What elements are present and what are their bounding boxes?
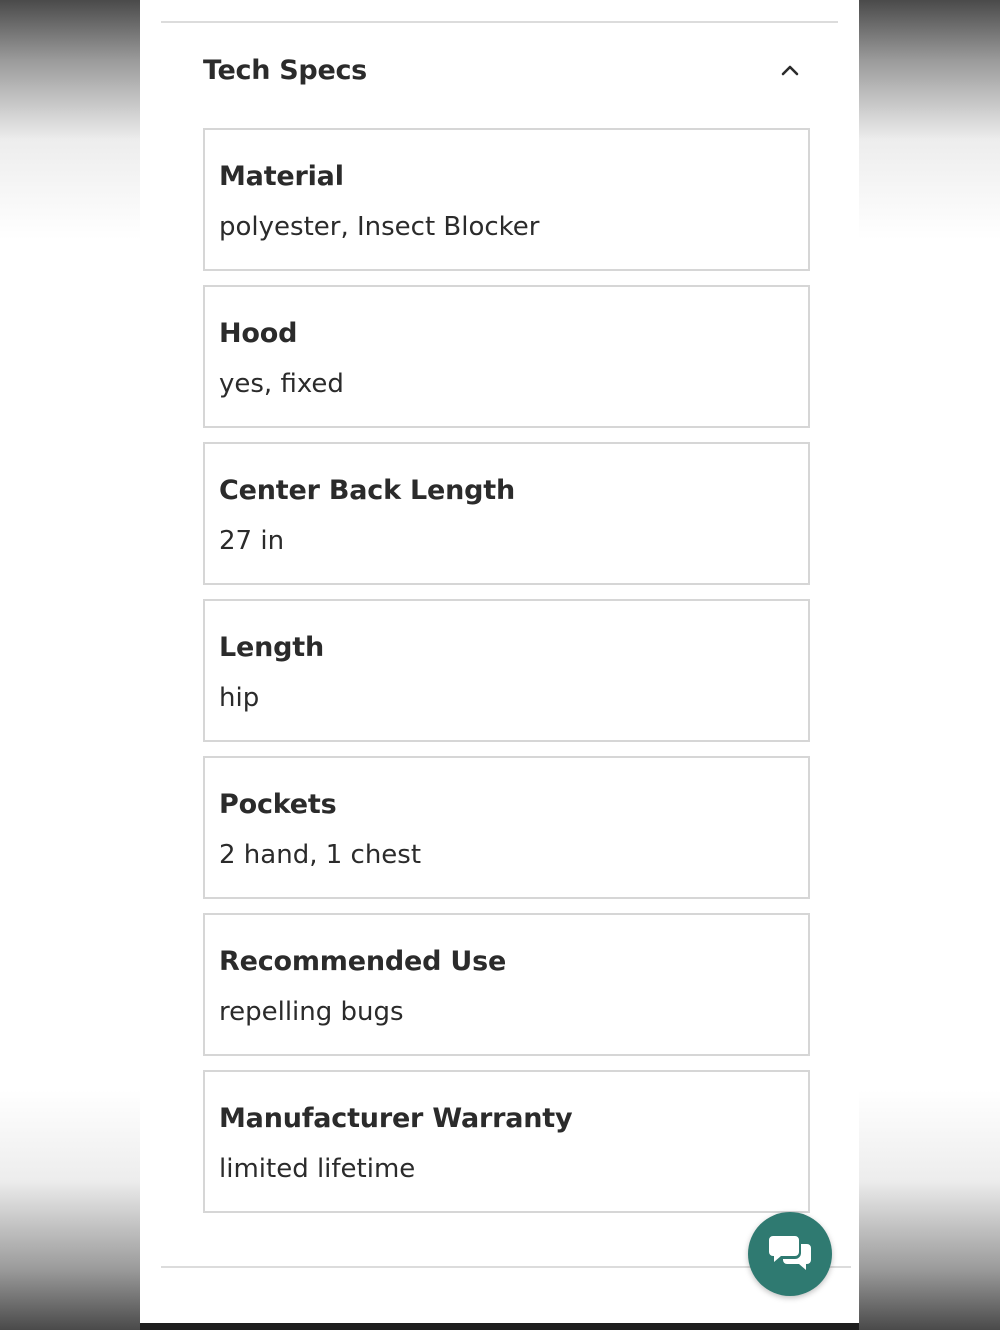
spec-value: limited lifetime [219,1154,416,1184]
bottom-bar [140,1323,859,1330]
section-divider-bottom [161,1266,851,1268]
spec-value: polyester, Insect Blocker [219,212,540,242]
spec-value: yes, fixed [219,369,344,399]
spec-item-recommended-use: Recommended Use repelling bugs [203,913,810,1056]
tech-specs-title: Tech Specs [203,54,367,86]
spec-value: 2 hand, 1 chest [219,840,422,870]
spec-item-hood: Hood yes, fixed [203,285,810,428]
spec-label: Manufacturer Warranty [219,1103,573,1134]
chat-button[interactable] [748,1212,832,1296]
spec-label: Center Back Length [219,475,516,506]
spec-item-center-back-length: Center Back Length 27 in [203,442,810,585]
tech-specs-header[interactable]: Tech Specs [203,40,811,100]
tech-specs-list: Material polyester, Insect Blocker Hood … [203,128,810,1227]
product-page: Tech Specs Material polyester, Insect Bl… [140,0,859,1323]
spec-item-manufacturer-warranty: Manufacturer Warranty limited lifetime [203,1070,810,1213]
spec-label: Hood [219,318,298,349]
spec-item-material: Material polyester, Insect Blocker [203,128,810,271]
section-divider-top [161,21,838,23]
spec-item-length: Length hip [203,599,810,742]
spec-label: Length [219,632,324,663]
spec-item-pockets: Pockets 2 hand, 1 chest [203,756,810,899]
spec-value: 27 in [219,526,285,556]
chat-bubbles-icon [767,1232,813,1276]
spec-value: repelling bugs [219,997,404,1027]
chevron-up-icon[interactable] [779,59,801,81]
spec-value: hip [219,683,260,713]
spec-label: Material [219,161,344,192]
spec-label: Recommended Use [219,946,507,977]
spec-label: Pockets [219,789,337,820]
